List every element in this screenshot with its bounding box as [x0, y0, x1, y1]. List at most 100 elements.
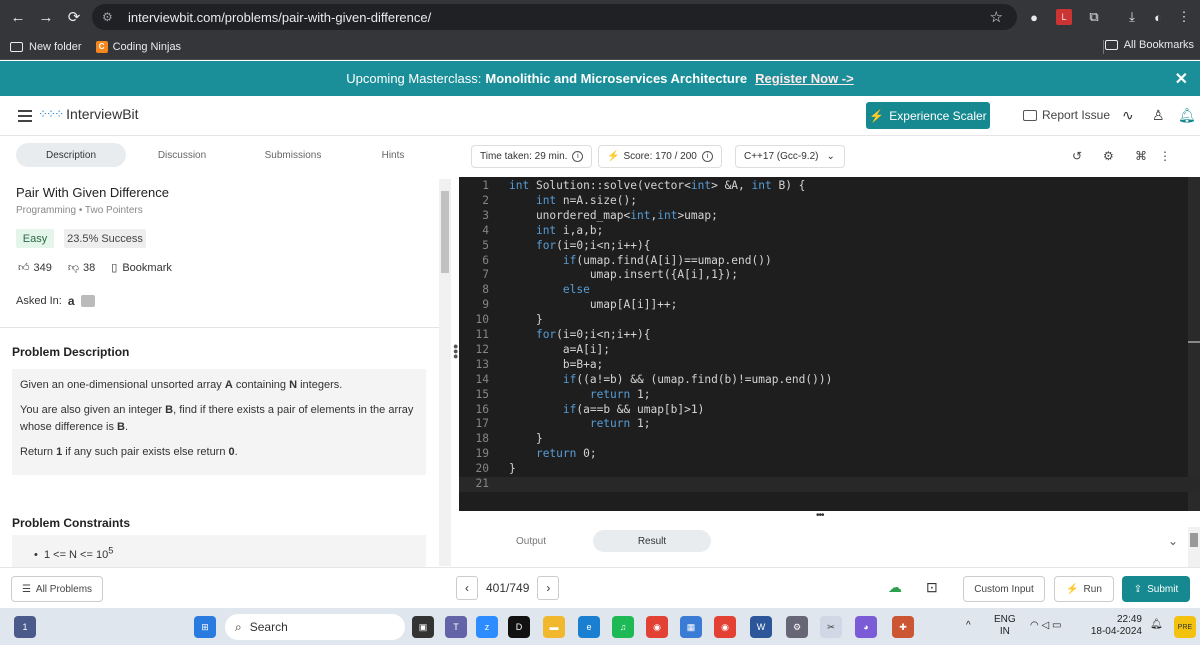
collapse-chevron-icon[interactable]: ⌄ — [1168, 534, 1178, 548]
chrome-profile-icon[interactable]: ◉ — [714, 616, 736, 638]
dell-icon[interactable]: D — [508, 616, 530, 638]
dislike-button[interactable]: 👎︎ 38 — [68, 261, 95, 275]
code-line[interactable]: 6 if(umap.find(A[i])==umap.end()) — [459, 254, 1200, 269]
code-line[interactable]: 15 return 1; — [459, 388, 1200, 403]
submit-button[interactable]: ⇪ Submit — [1122, 576, 1190, 602]
wifi-volume-battery-icon[interactable]: ◠ ◁ ▭ — [1030, 620, 1061, 632]
output-scrollbar[interactable] — [1188, 527, 1200, 567]
reload-icon[interactable]: ⟳ — [60, 3, 88, 31]
chrome-icon[interactable]: ◉ — [646, 616, 668, 638]
code-line[interactable]: 21 — [459, 477, 1200, 492]
menu-dots-icon[interactable]: ⋮ — [1174, 7, 1194, 27]
code-line[interactable]: 18 } — [459, 432, 1200, 447]
code-line[interactable]: 5 for(i=0;i<n;i++){ — [459, 239, 1200, 254]
info-icon[interactable]: i — [572, 151, 584, 162]
activity-icon[interactable]: ∿ — [1122, 107, 1134, 124]
code-line[interactable]: 20} — [459, 462, 1200, 477]
spotify-icon[interactable]: ♫ — [612, 616, 634, 638]
code-line[interactable]: 7 umap.insert({A[i],1}); — [459, 268, 1200, 283]
terminal-icon[interactable]: ⊡ — [926, 579, 938, 596]
notification-bell-icon[interactable]: 🔔︎ — [1178, 107, 1196, 124]
code-line[interactable]: 12 a=A[i]; — [459, 343, 1200, 358]
extension-lc-icon[interactable]: L — [1056, 9, 1072, 25]
amazon-logo-icon[interactable]: a — [68, 294, 75, 308]
problem-scrollbar[interactable] — [439, 179, 451, 566]
tab-submissions[interactable]: Submissions — [248, 143, 338, 167]
task-view-icon[interactable]: ▣ — [412, 616, 434, 638]
info-icon[interactable]: i — [701, 151, 713, 162]
code-editor[interactable]: 1 int Solution::solve(vector<int> &A, int… — [459, 177, 1200, 511]
snipping-tool-icon[interactable]: ✂ — [820, 616, 842, 638]
back-icon[interactable]: ← — [4, 3, 32, 31]
extension-icon[interactable]: ● — [1024, 7, 1044, 27]
tab-output[interactable]: Output — [499, 530, 563, 552]
language-select[interactable]: C++17 (Gcc-9.2) ⌄ — [735, 145, 845, 168]
scrollbar-thumb[interactable] — [1190, 533, 1198, 547]
code-line[interactable]: 4 int i,a,b; — [459, 224, 1200, 239]
weather-icon[interactable]: PRE — [1174, 616, 1196, 638]
company-logo-icon[interactable] — [80, 295, 95, 307]
code-line[interactable]: 9 umap[A[i]]++; — [459, 298, 1200, 313]
bookmark-button[interactable]: ▯ Bookmark — [111, 261, 172, 275]
like-button[interactable]: 👍︎ 349 — [18, 261, 52, 275]
code-line[interactable]: 10 } — [459, 313, 1200, 328]
bookmark-star-icon[interactable]: ☆ — [990, 8, 1003, 26]
code-line[interactable]: 16 if(a==b && umap[b]>1) — [459, 403, 1200, 418]
address-bar[interactable]: ⚙ interviewbit.com/problems/pair-with-gi… — [92, 4, 1017, 30]
app-icon[interactable]: ✚ — [892, 616, 914, 638]
discord-icon[interactable]: ◕ — [855, 616, 877, 638]
run-button[interactable]: ⚡ Run — [1054, 576, 1114, 602]
tab-result[interactable]: Result — [593, 530, 711, 552]
tab-hints[interactable]: Hints — [368, 143, 418, 167]
code-line[interactable]: 19 return 0; — [459, 447, 1200, 462]
settings-icon[interactable]: ⚙ — [1103, 149, 1114, 163]
show-hidden-icons[interactable]: ^ — [966, 620, 971, 632]
custom-input-button[interactable]: Custom Input — [963, 576, 1045, 602]
report-issue-button[interactable]: Report Issue — [1023, 108, 1110, 122]
code-line[interactable]: 3 unordered_map<int,int>umap; — [459, 209, 1200, 224]
windows-start-icon[interactable]: ⊞ — [194, 616, 216, 638]
scrollbar-thumb[interactable] — [441, 191, 449, 273]
next-problem-button[interactable]: › — [537, 576, 560, 600]
status-check-icon[interactable]: ☁ — [888, 579, 902, 596]
code-line[interactable]: 14 if((a!=b) && (umap.find(b)!=umap.end(… — [459, 373, 1200, 388]
edge-icon[interactable]: e — [578, 616, 600, 638]
language-indicator[interactable]: ENG IN — [994, 614, 1016, 638]
shortcuts-icon[interactable]: ⌘ — [1135, 149, 1147, 163]
word-icon[interactable]: W — [750, 616, 772, 638]
teams-icon[interactable]: T — [445, 616, 467, 638]
panel-splitter[interactable]: ● ● ● — [451, 137, 459, 567]
taskbar-search[interactable]: ⌕ Search — [225, 614, 405, 640]
notification-icon[interactable]: 🔔︎ — [1150, 619, 1163, 631]
tag-two-pointers[interactable]: Two Pointers — [85, 205, 143, 216]
more-options-icon[interactable]: ⋮ — [1159, 149, 1171, 163]
code-line[interactable]: 2 int n=A.size(); — [459, 194, 1200, 209]
code-line[interactable]: 13 b=B+a; — [459, 358, 1200, 373]
code-line[interactable]: 8 else — [459, 283, 1200, 298]
interviewbit-logo[interactable]: ⁘⁘⁘ InterviewBit — [38, 106, 139, 122]
hamburger-menu-icon[interactable] — [18, 110, 32, 125]
all-problems-button[interactable]: ☰ All Problems — [11, 576, 103, 602]
experience-scaler-button[interactable]: ⚡ Experience Scaler — [866, 102, 990, 129]
profile-avatar[interactable]: ◐ — [1148, 7, 1168, 27]
download-icon[interactable]: ⤓ — [1122, 7, 1142, 27]
zoom-icon[interactable]: z — [476, 616, 498, 638]
widgets-icon[interactable]: 1 — [14, 616, 36, 638]
user-icon[interactable]: ♙ — [1152, 107, 1165, 124]
tab-description[interactable]: Description — [16, 143, 126, 167]
code-line[interactable]: 11 for(i=0;i<n;i++){ — [459, 328, 1200, 343]
tag-programming[interactable]: Programming — [16, 205, 76, 216]
bookmark-coding-ninjas[interactable]: C Coding Ninjas — [95, 40, 181, 53]
clock[interactable]: 22:49 18-04-2024 — [1090, 614, 1142, 638]
tab-discussion[interactable]: Discussion — [142, 143, 222, 167]
banner-close-icon[interactable]: ✕ — [1175, 69, 1188, 89]
prev-problem-button[interactable]: ‹ — [456, 576, 478, 600]
extensions-puzzle-icon[interactable]: ⧉ — [1084, 7, 1104, 27]
register-now-link[interactable]: Register Now -> — [755, 71, 854, 86]
settings-app-icon[interactable]: ⚙ — [786, 616, 808, 638]
code-line[interactable]: 1 int Solution::solve(vector<int> &A, int… — [459, 179, 1200, 194]
reset-code-icon[interactable]: ↺ — [1072, 149, 1082, 163]
calendar-icon[interactable]: ▦ — [680, 616, 702, 638]
site-info-icon[interactable]: ⚙ — [102, 10, 118, 24]
splitter-grip-icon[interactable]: ● ● ● — [453, 342, 458, 361]
